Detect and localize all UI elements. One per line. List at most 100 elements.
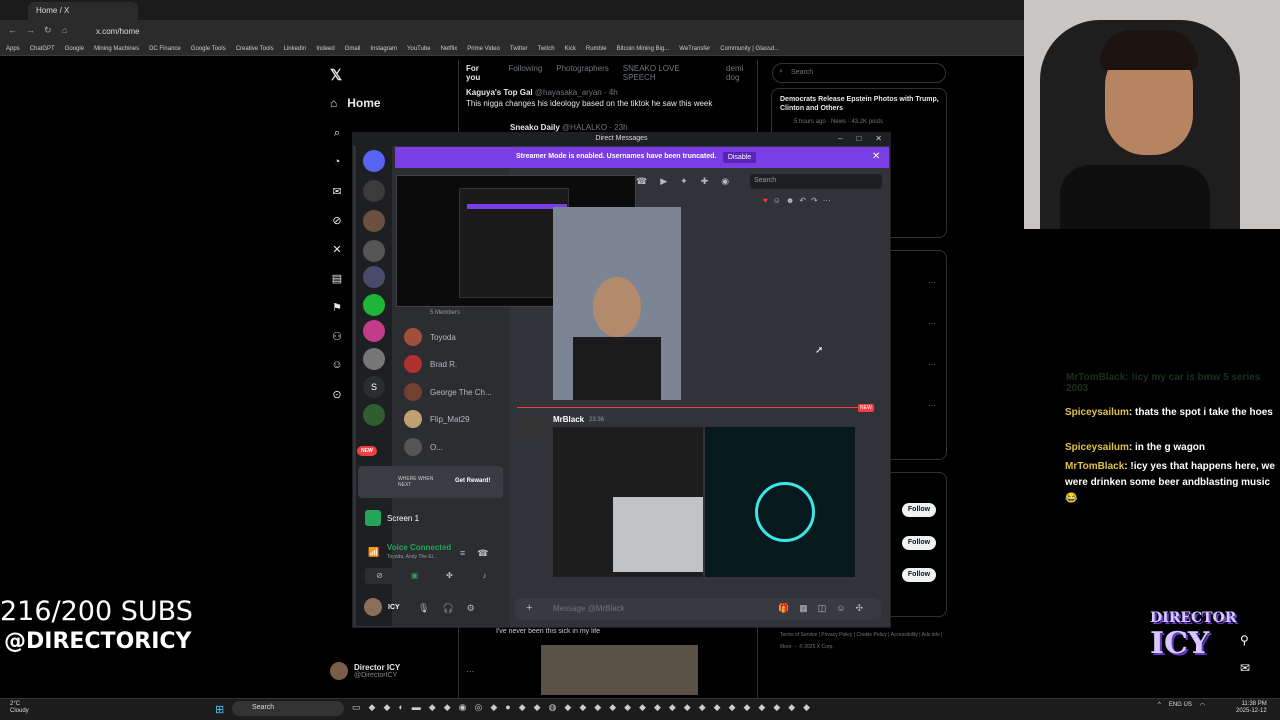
headphones-icon[interactable]: 🎧 [442, 603, 453, 614]
profile-icon[interactable]: ☺ [330, 359, 344, 373]
app-icon[interactable]: ◆ [369, 702, 376, 713]
bookmark-item[interactable]: Mining Machines [94, 46, 139, 52]
call-icon[interactable]: ☎ [636, 176, 647, 187]
screen-share-button[interactable]: ▣ [399, 568, 430, 584]
member-item[interactable]: Toyoda [404, 328, 456, 346]
forward-icon[interactable]: → [26, 25, 35, 35]
tab-home-x[interactable]: Home / X [28, 2, 138, 20]
discord-icon[interactable]: ◉ [459, 702, 467, 713]
taskbar-clock[interactable]: 11:38 PM 2025-12-12 [1236, 701, 1267, 715]
app-icon[interactable]: ◆ [699, 702, 706, 713]
server-icon[interactable] [363, 210, 385, 232]
back-icon[interactable]: ← [8, 25, 17, 35]
more-dots-icon[interactable]: ··· [928, 401, 936, 410]
message-author[interactable]: MrBlack [553, 415, 584, 424]
tray-chevron-icon[interactable]: ^ [1158, 702, 1161, 709]
x-premium-icon[interactable]: ✕ [330, 243, 344, 257]
address-input[interactable]: x.com/home [86, 24, 986, 38]
follow-button[interactable]: Follow [902, 503, 936, 517]
minimize-icon[interactable]: – [838, 134, 842, 143]
forward-icon[interactable]: ↷ [811, 196, 818, 205]
bookmark-item[interactable]: WeTransfer [679, 46, 710, 52]
app-icon[interactable]: ◆ [714, 702, 721, 713]
pin-icon[interactable]: ✦ [680, 176, 688, 187]
app-icon[interactable]: ◆ [564, 702, 571, 713]
server-icon[interactable] [363, 348, 385, 370]
more-icon[interactable]: ··· [823, 196, 831, 205]
app-icon[interactable]: ◆ [594, 702, 601, 713]
member-item[interactable]: Brad R. [404, 355, 457, 373]
gif-icon[interactable]: ▦ [799, 603, 808, 614]
obs-icon[interactable]: ◍ [549, 702, 557, 713]
add-reaction-icon[interactable]: ☻ [786, 196, 794, 205]
video-icon[interactable]: ▶ [660, 176, 667, 187]
spotify-icon[interactable]: ● [505, 702, 510, 713]
nav-home[interactable]: ⌂ Home [330, 96, 381, 110]
add-friend-icon[interactable]: ✚ [701, 176, 709, 187]
footer-links[interactable]: Terms of Service | Privacy Policy | Cook… [780, 629, 950, 653]
reload-icon[interactable]: ↻ [44, 25, 52, 36]
profile-icon[interactable]: ◉ [721, 176, 729, 187]
maximize-icon[interactable]: □ [856, 134, 861, 143]
x-search-input[interactable]: Search [772, 63, 946, 83]
discord-search-input[interactable]: Search [750, 174, 882, 189]
messages-icon[interactable]: ✉ [330, 185, 344, 199]
feed-tab[interactable]: demi dog [726, 64, 758, 82]
tweet-image[interactable] [541, 645, 698, 695]
noise-icon[interactable]: ≡ [460, 548, 465, 559]
taskbar-search[interactable]: Search [232, 701, 344, 716]
kick-server-icon[interactable] [363, 294, 385, 316]
bookmark-item[interactable]: Prime Video [467, 46, 500, 52]
server-icon[interactable]: S [363, 376, 385, 398]
emoji-icon[interactable]: ☺ [836, 603, 845, 614]
app-icon[interactable]: ◆ [684, 702, 691, 713]
message-image[interactable] [553, 427, 703, 577]
x-logo-icon[interactable]: 𝕏 [330, 66, 342, 84]
user-panel[interactable]: ICY [364, 598, 400, 616]
message-image[interactable] [705, 427, 855, 577]
quoted-tweet-author[interactable]: Sneako Daily @HALALKO · 23h [510, 123, 628, 132]
camera-off-icon[interactable]: ⊘ [364, 568, 395, 584]
more-icon[interactable]: ⊙ [330, 388, 344, 402]
app-icon[interactable]: ◆ [773, 702, 780, 713]
app-icon[interactable]: ◆ [803, 702, 810, 713]
weather-widget[interactable]: 2°C Cloudy [10, 701, 29, 715]
gift-icon[interactable]: 🎁 [778, 603, 789, 614]
reply-icon[interactable]: ↶ [799, 196, 806, 205]
file-explorer-icon[interactable]: ▬ [412, 702, 421, 713]
bookmark-item[interactable]: DC Finance [149, 46, 181, 52]
app-icon[interactable]: ◆ [729, 702, 736, 713]
account-switcher[interactable]: Director ICY @DirectorICY ··· [330, 662, 474, 680]
settings-gear-icon[interactable]: ⚙ [467, 603, 475, 614]
bookmark-item[interactable]: Indeed [316, 46, 334, 52]
more-dots-icon[interactable]: ··· [928, 278, 936, 287]
bookmark-item[interactable]: Twitch [538, 46, 555, 52]
bookmark-item[interactable]: Twitter [510, 46, 528, 52]
bookmark-item[interactable]: Kick [565, 46, 576, 52]
avatar[interactable] [518, 415, 542, 439]
grok-icon[interactable]: ⊘ [330, 214, 344, 228]
activities-icon[interactable]: ✤ [434, 568, 465, 584]
discord-home-icon[interactable] [363, 150, 385, 172]
member-item[interactable]: O... [404, 438, 443, 456]
server-icon[interactable] [363, 404, 385, 426]
home-icon[interactable]: ⌂ [62, 25, 67, 35]
server-icon[interactable] [363, 320, 385, 342]
get-reward-button[interactable]: Get Reward! [455, 478, 490, 484]
bookmark-item[interactable]: Creative Tools [236, 46, 274, 52]
sticker-icon[interactable]: ◫ [818, 603, 827, 614]
edge-icon[interactable]: ◐ [398, 702, 403, 713]
member-item[interactable]: Flip_Mat29 [404, 410, 470, 428]
bookmark-item[interactable]: Gmail [345, 46, 361, 52]
follow-button[interactable]: Follow [902, 568, 936, 582]
app-icon[interactable]: ◆ [669, 702, 676, 713]
app-icon[interactable]: ◆ [654, 702, 661, 713]
explore-icon[interactable]: ⌕ [330, 127, 344, 141]
bookmarks-icon[interactable]: ⚑ [330, 301, 344, 315]
notifications-icon[interactable]: ◔ [330, 156, 344, 170]
server-icon[interactable] [363, 266, 385, 288]
tweet[interactable]: Kaguya's Top Gal @hayasaka_aryan · 4h Th… [466, 88, 751, 108]
wifi-icon[interactable]: ◠ [1200, 702, 1205, 709]
emoji-reaction-icon[interactable]: ☺ [773, 196, 781, 205]
bookmark-item[interactable]: Community | Glassd... [720, 46, 779, 52]
